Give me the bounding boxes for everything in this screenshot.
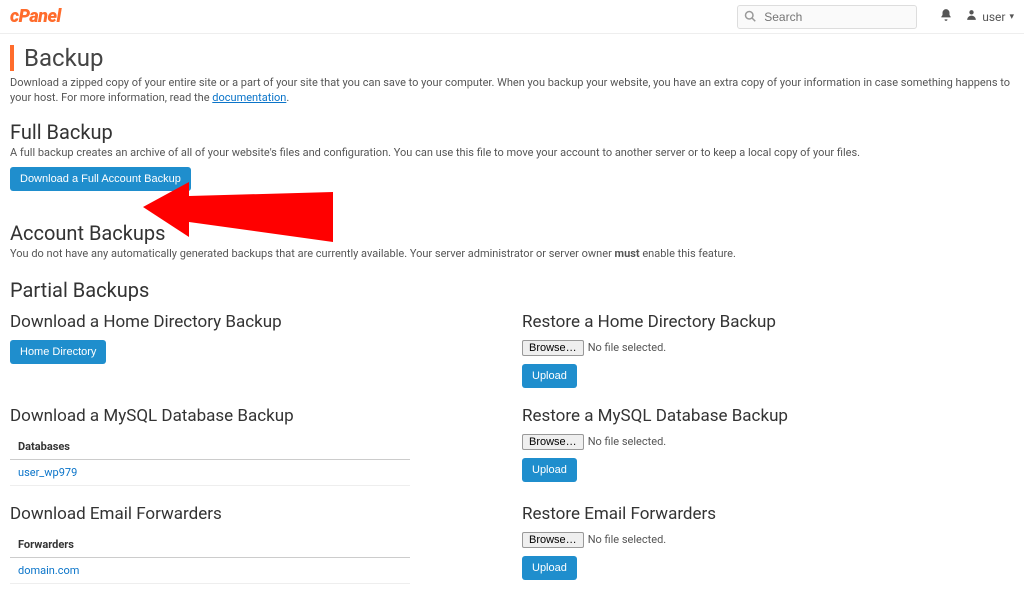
email-dl-heading: Download Email Forwarders xyxy=(10,504,502,524)
upload-home-button[interactable]: Upload xyxy=(522,364,577,388)
download-full-backup-button[interactable]: Download a Full Account Backup xyxy=(10,167,191,191)
email-restore-file-picker: Browse… No file selected. xyxy=(522,532,1014,548)
logo: cPanel xyxy=(10,6,61,27)
chevron-down-icon: ▾ xyxy=(1009,12,1014,22)
title-accent-bar xyxy=(10,45,14,71)
home-directory-button[interactable]: Home Directory xyxy=(10,340,106,364)
user-icon xyxy=(965,8,978,25)
search-icon xyxy=(744,10,756,25)
page-intro: Download a zipped copy of your entire si… xyxy=(10,76,1014,106)
fwd-table-header: Forwarders xyxy=(10,532,410,558)
table-row: user_wp979 xyxy=(10,459,410,485)
mysql-restore-heading: Restore a MySQL Database Backup xyxy=(522,406,1014,426)
home-dl-heading: Download a Home Directory Backup xyxy=(10,312,502,332)
database-link[interactable]: user_wp979 xyxy=(18,466,77,479)
search-wrap xyxy=(737,5,917,29)
no-file-label: No file selected. xyxy=(588,435,667,448)
account-backups-heading: Account Backups xyxy=(10,221,1014,245)
browse-button[interactable]: Browse… xyxy=(522,340,584,356)
upload-mysql-button[interactable]: Upload xyxy=(522,458,577,482)
databases-table: Databases user_wp979 xyxy=(10,434,410,486)
no-file-label: No file selected. xyxy=(588,533,667,546)
notifications-icon[interactable] xyxy=(939,8,953,26)
logo-text: cPanel xyxy=(10,6,61,27)
db-table-header: Databases xyxy=(10,434,410,460)
upload-email-button[interactable]: Upload xyxy=(522,556,577,580)
forwarders-table: Forwarders domain.com xyxy=(10,532,410,584)
search-input[interactable] xyxy=(737,5,917,29)
home-restore-file-picker: Browse… No file selected. xyxy=(522,340,1014,356)
topbar: cPanel user ▾ xyxy=(0,0,1024,34)
main-content: Backup Download a zipped copy of your en… xyxy=(0,34,1024,614)
page-title: Backup xyxy=(24,44,103,72)
full-backup-desc: A full backup creates an archive of all … xyxy=(10,146,1014,159)
documentation-link[interactable]: documentation xyxy=(212,91,286,104)
browse-button[interactable]: Browse… xyxy=(522,532,584,548)
page-title-row: Backup xyxy=(10,44,1014,72)
email-restore-heading: Restore Email Forwarders xyxy=(522,504,1014,524)
home-restore-heading: Restore a Home Directory Backup xyxy=(522,312,1014,332)
partial-backups-heading: Partial Backups xyxy=(10,278,1014,302)
mysql-dl-heading: Download a MySQL Database Backup xyxy=(10,406,502,426)
user-label: user xyxy=(982,10,1005,24)
forwarder-link[interactable]: domain.com xyxy=(18,564,79,577)
browse-button[interactable]: Browse… xyxy=(522,434,584,450)
no-file-label: No file selected. xyxy=(588,341,667,354)
user-menu[interactable]: user ▾ xyxy=(965,8,1014,25)
mysql-restore-file-picker: Browse… No file selected. xyxy=(522,434,1014,450)
table-row: domain.com xyxy=(10,557,410,583)
full-backup-heading: Full Backup xyxy=(10,120,1014,144)
account-backups-desc: You do not have any automatically genera… xyxy=(10,247,1014,260)
